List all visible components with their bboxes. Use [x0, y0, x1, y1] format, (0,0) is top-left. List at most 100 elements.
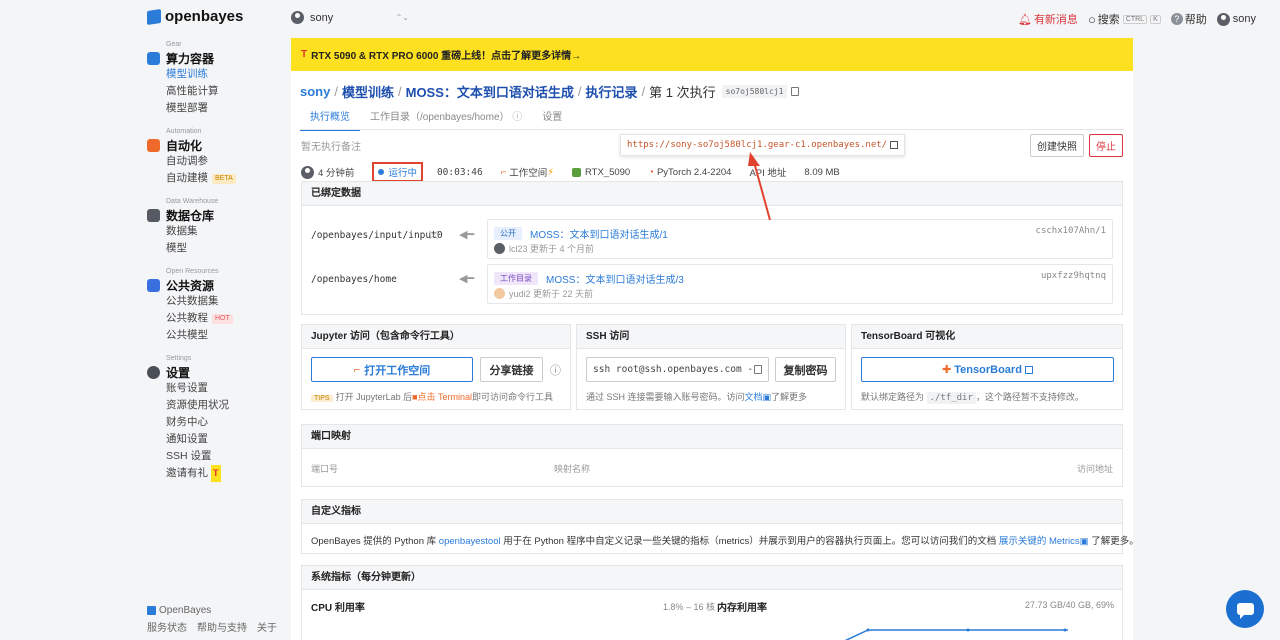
system-metrics-card: 系统指标（每分钟更新） CPU 利用率 1.8% – 16 核 内存利用率 27…: [301, 565, 1123, 640]
docs-link[interactable]: 文档: [745, 392, 763, 402]
dataset-link[interactable]: MOSS：文本到口语对话生成/1: [530, 226, 668, 241]
custom-metrics-card: 自定义指标 OpenBayes 提供的 Python 库 openbayesto…: [301, 499, 1133, 554]
crumb-records[interactable]: 执行记录: [586, 82, 638, 101]
item-label: 模型训练: [166, 68, 208, 80]
tensorboard-button[interactable]: ✚ TensorBoard: [861, 357, 1114, 382]
meta-workspace[interactable]: ⌐ 工作空间 ⚡︎: [501, 165, 554, 180]
external-link-icon[interactable]: [890, 141, 899, 149]
bound-data-card: 已绑定数据 /openbayes/input/input0 ⤫ ◀━ 公开 MOS…: [301, 181, 1123, 315]
item-label: 模型部署: [166, 102, 208, 114]
sidebar-item-autotune[interactable]: 自动调参: [147, 153, 277, 170]
execution-note[interactable]: 暂无执行备注: [301, 138, 361, 153]
external-link-icon: ▣: [762, 392, 772, 402]
sidebar-title-data[interactable]: 数据仓库: [147, 207, 277, 223]
logo[interactable]: openbayes: [147, 8, 243, 25]
ssh-command-field[interactable]: ssh root@ssh.openbayes.com -: [586, 357, 770, 382]
openbayestool-link[interactable]: openbayestool: [439, 536, 501, 547]
chevron-updown-icon: ⌃⌄: [395, 13, 409, 22]
footer-brand: OpenBayes: [147, 605, 277, 616]
sidebar-item-ssh[interactable]: SSH 设置: [147, 448, 277, 465]
crumb-training[interactable]: 模型训练: [342, 82, 394, 101]
tab-overview[interactable]: 执行概览: [300, 107, 360, 131]
item-label: 自动调参: [166, 155, 208, 167]
sidebar-item-models[interactable]: 模型: [147, 240, 277, 257]
status-badge: 运行中: [372, 162, 423, 182]
notice-label: 有新消息: [1033, 14, 1078, 26]
footer-link-help[interactable]: 帮助与支持: [197, 619, 247, 634]
footer-brand-label: OpenBayes: [159, 605, 212, 616]
ssh-hint: 通过 SSH 连接需要输入账号密码。访问文档▣了解更多: [586, 390, 836, 403]
help-link[interactable]: ? 帮助: [1170, 11, 1207, 27]
openbayes-logo-icon: [147, 606, 156, 615]
framework-label: PyTorch 2.4-2204: [656, 166, 732, 178]
org-switcher[interactable]: sony ⌃⌄: [291, 11, 409, 24]
sidebar-item-datasets[interactable]: 数据集: [147, 223, 277, 240]
sidebar-item-automodel[interactable]: 自动建模 BETA: [147, 170, 277, 187]
card-title: SSH 访问: [577, 325, 845, 349]
item-label: 自动建模: [166, 172, 208, 184]
user-menu[interactable]: sony: [1216, 12, 1256, 26]
broken-link-icon: ⤫: [429, 228, 439, 242]
sidebar-item-public-tutorials[interactable]: 公共教程 HOT: [147, 310, 277, 327]
database-icon: [147, 208, 160, 222]
sidebar-item-model-training[interactable]: 模型训练: [147, 66, 277, 83]
jupyter-card: Jupyter 访问（包含命令行工具） ⌐ 打开工作空间 分享链接 ⓘ TIPS 打…: [301, 324, 571, 410]
dataset-link[interactable]: MOSS：文本到口语对话生成/3: [546, 271, 684, 286]
footer-link-status[interactable]: 服务状态: [147, 619, 187, 634]
sidebar-title-gear[interactable]: 算力容器: [147, 50, 277, 66]
sidebar-title-public[interactable]: 公共资源: [147, 277, 277, 293]
copy-password-button[interactable]: 复制密码: [775, 357, 836, 382]
promo-banner[interactable]: T RTX 5090 & RTX PRO 6000 重磅上线！点击了解更多详情→: [291, 38, 1133, 71]
tips-badge: TIPS: [311, 395, 333, 402]
crumb-project[interactable]: MOSS：文本到口语对话生成: [406, 82, 574, 101]
workdir-tag: 工作目录: [494, 272, 538, 285]
crumb-user[interactable]: sony: [300, 84, 330, 99]
meta-framework: ◔ PyTorch 2.4-2204: [648, 167, 731, 178]
sidebar-title-settings[interactable]: 设置: [147, 364, 277, 380]
url-text[interactable]: https://sony-so7oj580lcj1.gear-c1.openba…: [627, 140, 887, 150]
notice-link[interactable]: 🔔︎ 有新消息: [1018, 11, 1078, 27]
search-icon: ○: [1087, 11, 1096, 27]
dataset-id: cschx107Ahn/1: [1035, 226, 1106, 236]
sidebar-title-automation[interactable]: 自动化: [147, 137, 277, 153]
meta-api[interactable]: API 地址: [749, 165, 786, 179]
workspace-icon: ⌐: [353, 363, 361, 376]
copy-icon[interactable]: [791, 87, 800, 96]
sidebar-item-invite[interactable]: 邀请有礼 T: [147, 465, 277, 482]
url-popup[interactable]: https://sony-so7oj580lcj1.gear-c1.openba…: [620, 134, 906, 156]
user-name: sony: [1232, 13, 1256, 25]
sidebar-item-public-datasets[interactable]: 公共数据集: [147, 293, 277, 310]
search-button[interactable]: ○ 搜索 CTRL K: [1088, 11, 1161, 27]
tab-settings[interactable]: 设置: [532, 107, 572, 131]
public-tag: 公开: [494, 227, 522, 240]
dataset-box[interactable]: 公开 MOSS：文本到口语对话生成/1 lcl23 更新于 4 个月前 cschx…: [487, 219, 1113, 259]
user-avatar: [1216, 12, 1230, 26]
stop-button[interactable]: 停止: [1089, 134, 1123, 157]
sidebar-item-finance[interactable]: 财务中心: [147, 414, 277, 431]
sidebar-item-hpc[interactable]: 高性能计算: [147, 83, 277, 100]
gpu-icon: [571, 167, 581, 177]
item-label: 高性能计算: [166, 85, 219, 97]
create-snapshot-button[interactable]: 创建快照: [1030, 134, 1084, 157]
divider: [300, 129, 1124, 130]
metrics-docs-link[interactable]: 展示关键的 Metrics: [999, 536, 1080, 547]
external-link-icon: [1024, 365, 1033, 374]
info-icon[interactable]: ⓘ: [550, 362, 561, 378]
chat-support-button[interactable]: [1226, 590, 1264, 628]
footer-link-about[interactable]: 关于: [257, 619, 277, 634]
sidebar-item-deploy[interactable]: 模型部署: [147, 100, 277, 117]
open-workspace-button[interactable]: ⌐ 打开工作空间: [311, 357, 474, 382]
top-bar: openbayes sony ⌃⌄ 🔔︎ 有新消息 ○ 搜索 CTRL K ? …: [0, 0, 1280, 38]
item-label: 账号设置: [166, 382, 208, 394]
sidebar-item-notifications[interactable]: 通知设置: [147, 431, 277, 448]
copy-icon[interactable]: [754, 365, 763, 374]
share-link-button[interactable]: 分享链接: [480, 357, 543, 382]
sidebar-item-usage[interactable]: 资源使用状况: [147, 397, 277, 414]
tensorboard-hint: 默认绑定路径为 ./tf_dir ，这个路径暂不支持修改。: [861, 390, 1113, 404]
sidebar-item-public-models[interactable]: 公共模型: [147, 327, 277, 344]
section-eng-label: Open Resources: [166, 268, 219, 275]
sidebar-item-account[interactable]: 账号设置: [147, 380, 277, 397]
hint-text: 了解更多: [771, 392, 808, 402]
dataset-box[interactable]: 工作目录 MOSS：文本到口语对话生成/3 yudi2 更新于 22 天前 upx…: [487, 264, 1113, 304]
tab-workdir[interactable]: 工作目录（/openbayes/home） ⓘ: [360, 107, 532, 131]
